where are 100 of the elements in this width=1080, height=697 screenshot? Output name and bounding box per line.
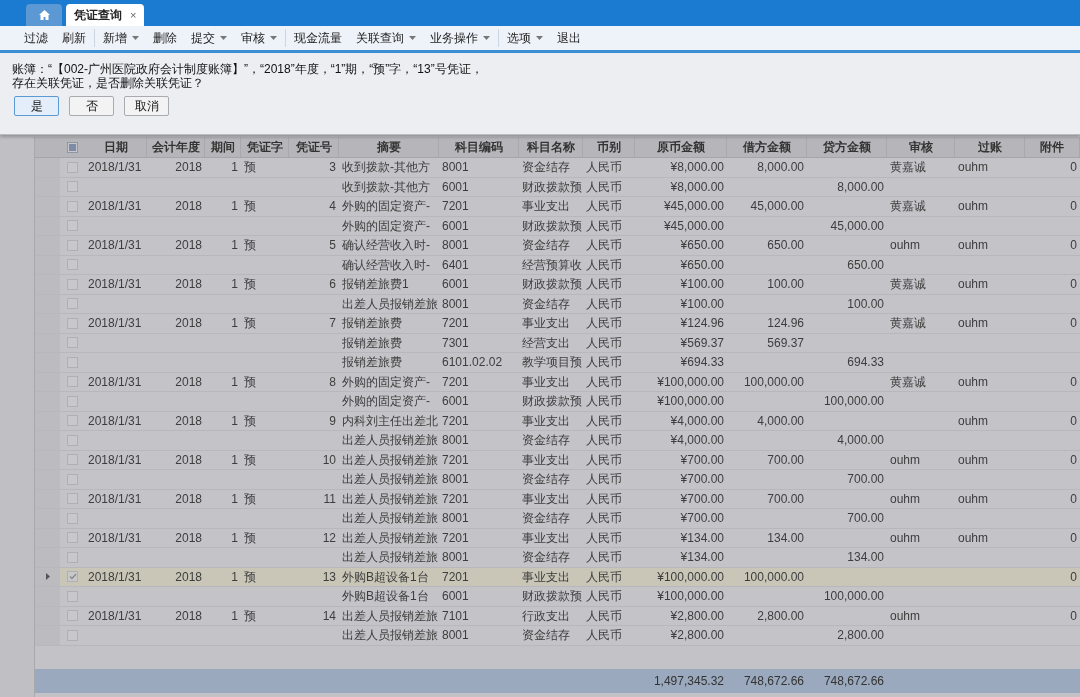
column-header[interactable]: 摘要 bbox=[376, 138, 401, 156]
table-row[interactable]: 2018/1/31 2018 1 预 14 出差人员报销差旅 7101 行政支出 人民币 ¥2,800.00 2,800.00 ouhm 0 bbox=[35, 606, 1080, 626]
table-row[interactable]: 2018/1/31 2018 1 预 12 出差人员报销差旅 7201 事业支出 人民币 ¥134.00 134.00 ouhm ouhm 0 bbox=[35, 528, 1080, 548]
row-checkbox[interactable] bbox=[67, 356, 78, 368]
row-checkbox[interactable] bbox=[67, 551, 78, 563]
toolbar-button[interactable]: 刷新 bbox=[62, 29, 86, 47]
column-header[interactable]: 凭证字 bbox=[246, 138, 283, 156]
credit-cell-text: 700.00 bbox=[847, 471, 884, 489]
toolbar-button[interactable]: 现金流量 bbox=[294, 29, 342, 47]
table-row[interactable]: 2018/1/31 2018 1 预 13 外购B超设备1台 7201 事业支出 人民币 ¥100,000.00 100,000.00 0 bbox=[35, 567, 1080, 587]
toolbar-button[interactable]: 退出 bbox=[557, 29, 581, 47]
home-tab[interactable] bbox=[26, 4, 62, 26]
account-name-cell-text: 财政拨款预 bbox=[522, 588, 582, 606]
row-checkbox[interactable] bbox=[67, 239, 78, 251]
row-checkbox[interactable] bbox=[67, 220, 78, 232]
row-checkbox[interactable] bbox=[67, 298, 78, 310]
column-header[interactable]: 审核 bbox=[908, 138, 933, 156]
table-row[interactable]: 收到拨款-其他方 6001 财政拨款预 人民币 ¥8,000.00 8,000.00 bbox=[35, 177, 1080, 197]
toolbar-button[interactable]: 选项 bbox=[507, 29, 543, 47]
column-header[interactable]: 借方金额 bbox=[742, 138, 791, 156]
table-row[interactable]: 2018/1/31 2018 1 预 10 出差人员报销差旅 7201 事业支出 人民币 ¥700.00 700.00 ouhm ouhm 0 bbox=[35, 450, 1080, 470]
voucher-type-cell-text: 预 bbox=[244, 490, 256, 508]
column-header[interactable]: 附件 bbox=[1040, 138, 1064, 156]
total-debit: 748,672.66 bbox=[743, 673, 804, 690]
row-checkbox[interactable] bbox=[67, 259, 78, 271]
column-header[interactable]: 科目编码 bbox=[454, 138, 503, 156]
table-row[interactable]: 2018/1/31 2018 1 预 11 出差人员报销差旅 7201 事业支出 人民币 ¥700.00 700.00 ouhm ouhm 0 bbox=[35, 489, 1080, 509]
table-row[interactable]: 外购的固定资产- 6001 财政拨款预 人民币 ¥100,000.00 100,000.00 bbox=[35, 392, 1080, 412]
table-row[interactable]: 2018/1/31 2018 1 预 9 内科刘主任出差北 7201 事业支出 人民币 ¥4,000.00 4,000.00 ouhm 0 bbox=[35, 411, 1080, 431]
column-header[interactable]: 币别 bbox=[596, 138, 621, 156]
row-checkbox[interactable] bbox=[67, 493, 78, 505]
account-code-cell-text: 7101 bbox=[442, 607, 469, 625]
account-code-cell-text: 7201 bbox=[442, 315, 469, 333]
toolbar-button[interactable]: 业务操作 bbox=[430, 29, 490, 47]
toolbar-button[interactable]: 关联查询 bbox=[356, 29, 416, 47]
toolbar-button[interactable]: 删除 bbox=[153, 29, 177, 47]
table-row[interactable]: 2018/1/31 2018 1 预 6 报销差旅费1 6001 财政拨款预 人民币 ¥100.00 100.00 黄嘉诚 ouhm 0 bbox=[35, 275, 1080, 295]
column-header[interactable]: 期间 bbox=[210, 138, 235, 156]
select-all-checkbox[interactable] bbox=[67, 141, 78, 153]
document-tab[interactable]: 凭证查询 × bbox=[66, 4, 145, 26]
row-checkbox[interactable] bbox=[67, 454, 78, 466]
table-row[interactable]: 出差人员报销差旅 8001 资金结存 人民币 ¥700.00 700.00 bbox=[35, 470, 1080, 490]
row-checkbox[interactable] bbox=[67, 317, 78, 329]
column-header[interactable]: 过账 bbox=[977, 138, 1002, 156]
row-checkbox[interactable] bbox=[67, 161, 78, 173]
row-checkbox[interactable] bbox=[67, 571, 78, 583]
column-header[interactable]: 日期 bbox=[103, 138, 128, 156]
period-cell-text: 1 bbox=[231, 198, 238, 216]
row-checkbox[interactable] bbox=[67, 590, 78, 602]
auditor-cell-text: ouhm bbox=[890, 451, 921, 469]
toolbar-button[interactable]: 提交 bbox=[191, 29, 227, 47]
account-code-cell-text: 8001 bbox=[442, 432, 469, 450]
table-row[interactable]: 2018/1/31 2018 1 预 3 收到拨款-其他方 8001 资金结存 人民币 ¥8,000.00 8,000.00 黄嘉诚 ouhm 0 bbox=[35, 158, 1080, 178]
column-header[interactable]: 会计年度 bbox=[151, 138, 200, 156]
close-button[interactable]: × bbox=[130, 6, 137, 24]
table-row[interactable]: 2018/1/31 2018 1 预 8 外购的固定资产- 7201 事业支出 人民币 ¥100,000.00 100,000.00 黄嘉诚 ouhm 0 bbox=[35, 372, 1080, 392]
row-checkbox[interactable] bbox=[67, 532, 78, 544]
dialog-button[interactable]: 是 bbox=[14, 96, 59, 116]
table-row[interactable]: 出差人员报销差旅 8001 资金结存 人民币 ¥100.00 100.00 bbox=[35, 294, 1080, 314]
summary-cell-text: 报销差旅费1 bbox=[342, 276, 409, 294]
row-checkbox[interactable] bbox=[67, 395, 78, 407]
toolbar-button[interactable]: 过滤 bbox=[24, 29, 48, 47]
toolbar-button[interactable]: 审核 bbox=[241, 29, 277, 47]
table-row[interactable]: 出差人员报销差旅 8001 资金结存 人民币 ¥134.00 134.00 bbox=[35, 548, 1080, 568]
dialog-button[interactable]: 否 bbox=[69, 96, 114, 116]
debit-cell-text: 8,000.00 bbox=[757, 159, 804, 177]
table-row[interactable]: 报销差旅费 6101.02.02 教学项目预 人民币 ¥694.33 694.33 bbox=[35, 353, 1080, 373]
dialog-button[interactable]: 取消 bbox=[124, 96, 169, 116]
row-checkbox[interactable] bbox=[67, 181, 78, 193]
row-checkbox[interactable] bbox=[67, 512, 78, 524]
account-code-cell-text: 7201 bbox=[442, 490, 469, 508]
toolbar-button[interactable]: 新增 bbox=[103, 29, 139, 47]
row-checkbox[interactable] bbox=[67, 434, 78, 446]
year-cell-text: 2018 bbox=[175, 315, 202, 333]
table-row[interactable]: 外购B超设备1台 6001 财政拨款预 人民币 ¥100,000.00 100,000.00 bbox=[35, 587, 1080, 607]
table-row[interactable]: 出差人员报销差旅 8001 资金结存 人民币 ¥2,800.00 2,800.00 bbox=[35, 626, 1080, 646]
table-row[interactable]: 2018/1/31 2018 1 预 4 外购的固定资产- 7201 事业支出 人民币 ¥45,000.00 45,000.00 黄嘉诚 ouhm 0 bbox=[35, 197, 1080, 217]
row-checkbox[interactable] bbox=[67, 376, 78, 388]
table-row[interactable]: 外购的固定资产- 6001 财政拨款预 人民币 ¥45,000.00 45,000.00 bbox=[35, 216, 1080, 236]
column-header[interactable]: 凭证号 bbox=[295, 138, 332, 156]
amount-cell-text: ¥700.00 bbox=[680, 490, 724, 508]
row-checkbox[interactable] bbox=[67, 610, 78, 622]
debit-cell-text: 100,000.00 bbox=[743, 373, 804, 391]
table-row[interactable]: 2018/1/31 2018 1 预 7 报销差旅费 7201 事业支出 人民币 ¥124.96 124.96 黄嘉诚 ouhm 0 bbox=[35, 314, 1080, 334]
table-row[interactable]: 报销差旅费 7301 经营支出 人民币 ¥569.37 569.37 bbox=[35, 333, 1080, 353]
column-header[interactable]: 贷方金额 bbox=[822, 138, 871, 156]
column-header[interactable]: 原币金额 bbox=[656, 138, 705, 156]
poster-cell-text: ouhm bbox=[958, 412, 989, 430]
currency-cell-text: 人民币 bbox=[586, 178, 622, 196]
row-checkbox[interactable] bbox=[67, 337, 78, 349]
row-checkbox[interactable] bbox=[67, 200, 78, 212]
column-header[interactable]: 科目名称 bbox=[526, 138, 575, 156]
row-checkbox[interactable] bbox=[67, 415, 78, 427]
table-row[interactable]: 2018/1/31 2018 1 预 5 确认经营收入时- 8001 资金结存 人民币 ¥650.00 650.00 ouhm ouhm 0 bbox=[35, 236, 1080, 256]
row-checkbox[interactable] bbox=[67, 278, 78, 290]
row-checkbox[interactable] bbox=[67, 473, 78, 485]
table-row[interactable]: 出差人员报销差旅 8001 资金结存 人民币 ¥4,000.00 4,000.00 bbox=[35, 431, 1080, 451]
table-row[interactable]: 出差人员报销差旅 8001 资金结存 人民币 ¥700.00 700.00 bbox=[35, 509, 1080, 529]
table-row[interactable]: 确认经营收入时- 6401 经营预算收 人民币 ¥650.00 650.00 bbox=[35, 255, 1080, 275]
row-checkbox[interactable] bbox=[67, 629, 78, 641]
